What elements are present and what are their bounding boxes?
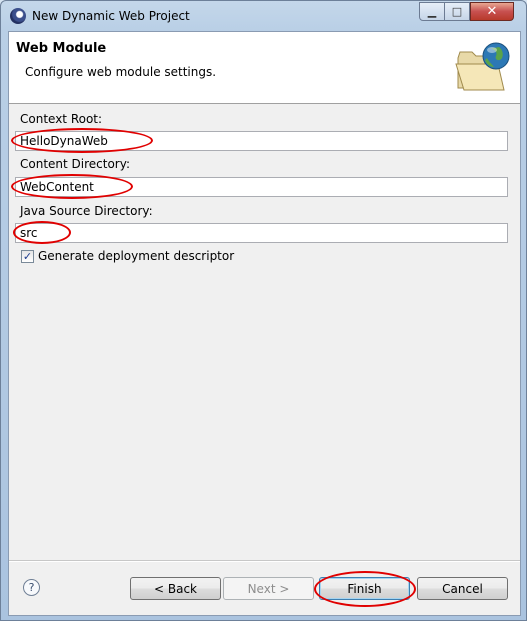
folder-globe-icon — [455, 42, 510, 91]
window-title: New Dynamic Web Project — [32, 9, 190, 23]
context-root-label: Context Root: — [20, 112, 103, 126]
help-icon[interactable]: ? — [23, 579, 40, 596]
next-button[interactable]: Next > — [223, 577, 314, 600]
generate-descriptor-row[interactable]: ✓ Generate deployment descriptor — [21, 249, 234, 263]
generate-descriptor-checkbox[interactable]: ✓ — [21, 249, 34, 263]
minimize-button[interactable]: ▁ — [419, 2, 445, 21]
dialog-client-area: Web Module Configure web module settings… — [8, 31, 521, 616]
finish-button[interactable]: Finish — [319, 577, 410, 600]
context-root-input[interactable] — [15, 131, 508, 151]
page-description: Configure web module settings. — [25, 65, 217, 79]
eclipse-icon — [10, 8, 26, 24]
title-bar[interactable]: New Dynamic Web Project ▁ □ ✕ — [1, 1, 526, 31]
java-source-directory-label: Java Source Directory: — [20, 204, 153, 218]
wizard-header: Web Module Configure web module settings… — [9, 32, 520, 104]
back-button[interactable]: < Back — [130, 577, 221, 600]
cancel-button[interactable]: Cancel — [417, 577, 508, 600]
maximize-button[interactable]: □ — [444, 2, 470, 21]
page-title: Web Module — [16, 41, 107, 56]
generate-descriptor-label: Generate deployment descriptor — [38, 249, 235, 263]
footer-separator — [9, 560, 520, 562]
content-directory-input[interactable] — [15, 177, 508, 197]
close-button[interactable]: ✕ — [470, 2, 514, 21]
content-directory-label: Content Directory: — [20, 157, 131, 171]
java-source-directory-input[interactable] — [15, 223, 508, 243]
dialog-window: New Dynamic Web Project ▁ □ ✕ Web Module… — [0, 0, 527, 621]
